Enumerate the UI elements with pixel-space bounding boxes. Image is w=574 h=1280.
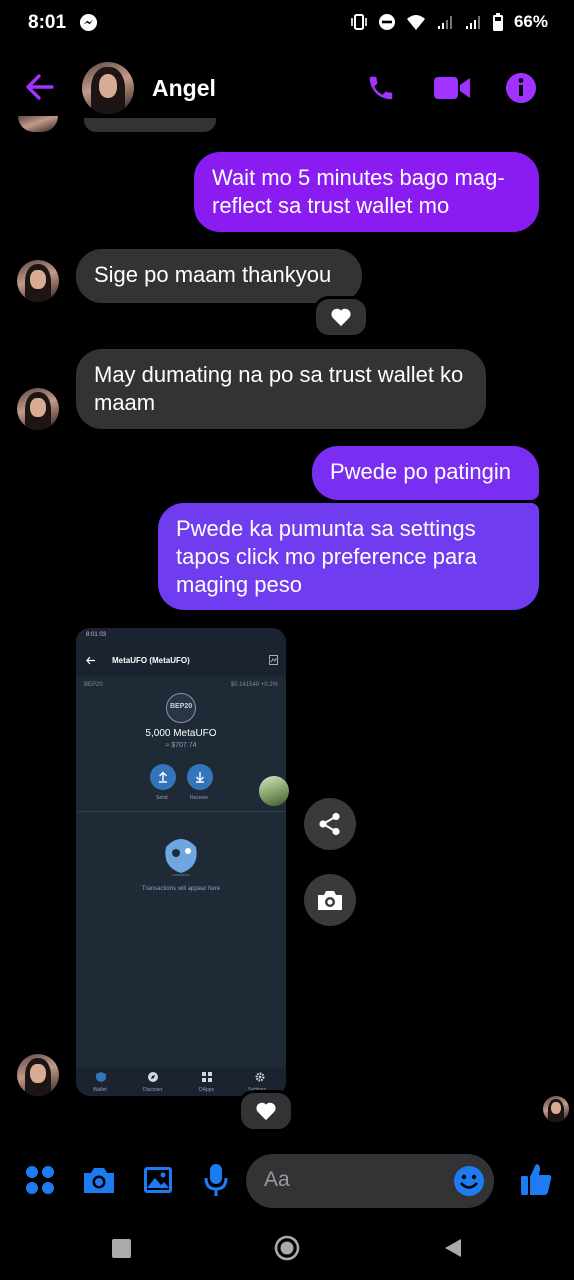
share-icon xyxy=(319,812,340,836)
system-navigation-bar xyxy=(0,1215,574,1280)
like-icon[interactable] xyxy=(519,1161,553,1197)
camera-icon[interactable] xyxy=(82,1165,116,1195)
contact-avatar-small xyxy=(17,260,59,302)
received-message[interactable]: May dumating na po sa trust wallet ko ma… xyxy=(76,349,486,429)
token-balance: 5,000 MetaUFO xyxy=(145,728,217,739)
image-toolbar: MetaUFO (MetaUFO) xyxy=(76,646,286,676)
image-chart-icon xyxy=(269,655,278,665)
messenger-notification-icon xyxy=(79,13,98,32)
sent-message[interactable]: Pwede po patingin xyxy=(312,446,539,500)
share-button[interactable] xyxy=(304,798,356,850)
seen-avatar xyxy=(259,776,289,806)
wifi-icon xyxy=(406,15,425,30)
image-status-bar: 8:01 03 xyxy=(76,628,286,646)
image-status-time: 8:01 03 xyxy=(86,632,107,638)
discover-tab-label: Discover xyxy=(143,1087,163,1093)
received-message[interactable]: Sige po maam thankyou xyxy=(76,249,362,303)
receive-icon xyxy=(196,772,204,783)
contact-avatar-small xyxy=(17,388,59,430)
discover-tab-icon xyxy=(148,1072,158,1082)
video-icon[interactable] xyxy=(433,74,471,102)
shared-image[interactable]: 8:01 03 MetaUFO (MetaUFO) BEP20 $0.14154… xyxy=(76,628,286,1096)
message-reaction[interactable] xyxy=(313,296,369,338)
contact-avatar[interactable] xyxy=(82,62,134,114)
menu-dots-icon[interactable] xyxy=(24,1164,56,1196)
dapps-tab-icon xyxy=(202,1072,212,1082)
send-label: Send xyxy=(156,795,168,801)
wallet-tab-label: Wallet xyxy=(93,1087,107,1093)
save-image-button[interactable] xyxy=(304,874,356,926)
recents-button[interactable] xyxy=(112,1239,131,1258)
wallet-tab-icon xyxy=(96,1072,106,1082)
signal-1-icon xyxy=(437,16,452,29)
receive-label: Receive xyxy=(190,795,209,801)
heart-icon xyxy=(331,308,351,327)
message-input-placeholder: Aa xyxy=(264,1168,290,1191)
home-button[interactable] xyxy=(274,1235,300,1261)
image-title: MetaUFO (MetaUFO) xyxy=(112,656,190,665)
vibrate-icon xyxy=(351,14,367,30)
mic-icon[interactable] xyxy=(203,1162,229,1198)
dnd-icon xyxy=(378,14,395,30)
status-bar: 8:01 66% xyxy=(0,0,574,48)
battery-icon xyxy=(492,13,503,31)
sent-message[interactable]: Pwede ka pumunta sa settings tapos click… xyxy=(158,503,539,610)
signal-2-icon xyxy=(465,16,480,29)
send-icon xyxy=(159,771,167,783)
token-fiat: ≈ $707.74 xyxy=(165,742,197,749)
phone-icon[interactable] xyxy=(366,72,396,104)
send-circle xyxy=(150,764,176,790)
info-icon[interactable] xyxy=(505,72,537,104)
status-time: 8:01 xyxy=(28,12,67,33)
heart-icon xyxy=(256,1102,276,1121)
image-back-icon xyxy=(86,656,95,665)
token-badge-label: BEP20 xyxy=(170,703,193,710)
contact-avatar-small xyxy=(17,1054,59,1096)
gallery-icon[interactable] xyxy=(142,1164,174,1196)
receive-circle xyxy=(187,764,213,790)
image-divider xyxy=(76,811,286,812)
status-icons: 66% xyxy=(350,12,548,32)
previous-bubble-fragment xyxy=(84,118,216,132)
system-back-button[interactable] xyxy=(442,1237,464,1259)
dapps-tab-label: DApps xyxy=(199,1087,215,1093)
empty-state-text: Transactions will appear here xyxy=(141,886,221,892)
seen-indicator-avatar xyxy=(543,1096,569,1122)
token-badge: BEP20 xyxy=(166,693,196,723)
empty-state-illustration-icon xyxy=(165,839,197,876)
battery-percent: 66% xyxy=(513,12,548,31)
camera-save-icon xyxy=(318,891,342,910)
contact-name[interactable]: Angel xyxy=(152,75,216,102)
previous-avatar-fragment xyxy=(18,116,58,132)
settings-tab-icon xyxy=(255,1072,265,1082)
back-arrow-icon[interactable] xyxy=(24,70,56,104)
emoji-icon[interactable] xyxy=(453,1165,485,1197)
image-price: $0.141549 +0.2% xyxy=(230,682,278,688)
image-network: BEP20 xyxy=(84,682,103,688)
sent-message[interactable]: Wait mo 5 minutes bago mag-reflect sa tr… xyxy=(194,152,539,232)
image-reaction[interactable] xyxy=(238,1090,294,1132)
